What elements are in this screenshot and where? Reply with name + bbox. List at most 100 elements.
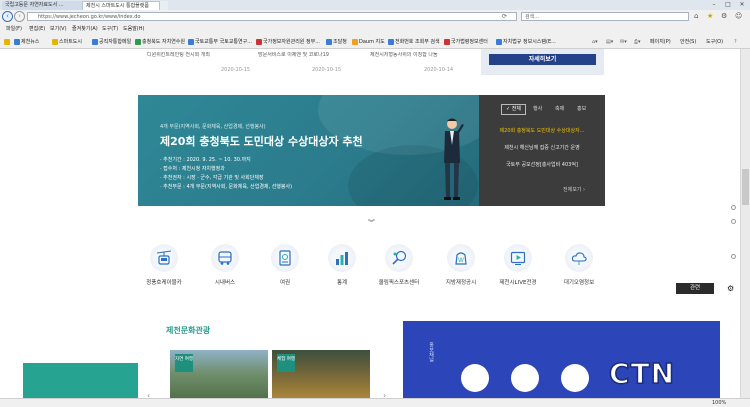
- service-live-view[interactable]: 제천시LIVE전경: [487, 241, 549, 291]
- menu-help[interactable]: 도움말(H): [123, 25, 144, 33]
- gear-icon[interactable]: ⚙: [727, 284, 734, 293]
- link-icon: [352, 38, 358, 45]
- experience-travel-photo[interactable]: 체험 여행: [272, 350, 370, 398]
- vertical-scrollbar[interactable]: [740, 49, 750, 398]
- menu-tools[interactable]: 도구(T): [102, 25, 118, 33]
- page-indicator-dot[interactable]: [731, 219, 736, 224]
- chart-icon: [328, 244, 356, 272]
- smiley-icon[interactable]: ☺: [735, 12, 742, 20]
- notice-tab-all[interactable]: ✓ 전체: [501, 104, 526, 115]
- photo-tag: 체험 여행: [277, 354, 295, 372]
- fav-item-9[interactable]: 전화번호 조회부 검색: [388, 38, 440, 46]
- browser-tab-1[interactable]: 국립고등문 자연자료도서 ...: [2, 1, 82, 10]
- minimize-button[interactable]: –: [708, 1, 720, 9]
- notice-more-link[interactable]: 전체보기 ›: [563, 186, 585, 193]
- service-label: 제천시LIVE전경: [499, 280, 537, 286]
- ctn-logo: CTN: [608, 356, 676, 391]
- fav-item-8[interactable]: Daum 지도: [352, 38, 385, 46]
- main-banner[interactable]: 4개 부문(지역사회, 문화체육, 산업경제, 선행봉사) 제20회 충청북도 …: [138, 95, 479, 206]
- favorites-star-button[interactable]: [4, 38, 11, 46]
- building-icon: [561, 364, 589, 392]
- news-item-2[interactable]: 방문서비스로 이제엔 및 코로나19 2020-10-15: [258, 49, 368, 79]
- news-item-3[interactable]: 제천시저형동사위의 이칭합 나눔 2020-10-14: [370, 49, 480, 79]
- double-chevron-down-icon[interactable]: ︾: [368, 218, 375, 228]
- close-window-button[interactable]: ✕: [736, 1, 748, 9]
- new-tab-button[interactable]: [160, 1, 168, 10]
- link-icon: [14, 38, 20, 45]
- racket-icon: [385, 244, 413, 272]
- address-bar: ‹ › https://www.jecheon.go.kr/www/index.…: [0, 10, 750, 23]
- more-details-button[interactable]: 자세히보기: [489, 54, 596, 65]
- search-input[interactable]: 검색...: [521, 12, 689, 21]
- menu-view[interactable]: 보기(V): [50, 25, 67, 33]
- browser-chrome: 국립고등문 자연자료도서 ... 제천시 스마트도시 통합플랫폼 – □ ✕ ‹…: [0, 0, 750, 49]
- fav-item-7[interactable]: 조달청: [326, 38, 347, 46]
- service-cablecar[interactable]: 청풍호케이블카: [133, 241, 195, 291]
- fav-item-3[interactable]: 공직자통합메일: [92, 38, 131, 46]
- notice-tabs: ✓ 전체 행사 축제 홍보: [479, 103, 605, 117]
- service-statistics[interactable]: 통계: [311, 241, 373, 291]
- banner-line-category: · 추천부문 : 4개 부문(지역사회, 문화체육, 산업경제, 선행봉사): [160, 184, 293, 190]
- ctn-promo-panel[interactable]: CTN: [403, 321, 720, 398]
- service-passport[interactable]: 여권: [254, 241, 316, 291]
- prev-arrow-icon[interactable]: ‹: [147, 391, 150, 398]
- service-finance-disclosure[interactable]: W 지방재정공시: [430, 241, 492, 291]
- fav-item-6[interactable]: 국가정보자원관리원 정부...: [256, 38, 320, 46]
- link-icon: [188, 38, 194, 45]
- fav-item-11[interactable]: 자치법규 정보시스템(E...: [496, 38, 556, 46]
- safety-menu[interactable]: 안전(S): [680, 38, 696, 46]
- url-input[interactable]: https://www.jecheon.go.kr/www/index.do: [27, 12, 517, 21]
- news-title: 방문서비스로 이제엔 및 코로나19: [258, 52, 329, 58]
- menu-bar: 파일(F) 편집(E) 보기(V) 즐겨찾기(A) 도구(T) 도움말(H): [0, 24, 750, 34]
- bus-icon: [211, 244, 239, 272]
- fav-item-4[interactable]: 충청북도 자치연수원: [135, 38, 185, 46]
- maximize-button[interactable]: □: [722, 1, 734, 9]
- tools-menu[interactable]: 도구(O): [706, 38, 723, 46]
- scrollbar-thumb[interactable]: [742, 169, 749, 205]
- service-label: 청풍호케이블카: [146, 280, 182, 286]
- page-menu[interactable]: 페이지(P): [650, 38, 671, 46]
- menu-edit[interactable]: 편집(E): [29, 25, 45, 33]
- mail-toolbar-icon[interactable]: ✉▾: [620, 38, 627, 46]
- refresh-icon[interactable]: ⟳: [502, 13, 507, 20]
- menu-file[interactable]: 파일(F): [6, 25, 22, 33]
- notice-panel: ✓ 전체 행사 축제 홍보 제20회 충청북도 도민대상 수상대상자... 제천…: [479, 95, 605, 206]
- notice-tab-promo[interactable]: 홍보: [577, 105, 586, 114]
- fav-item-1[interactable]: 제천뉴스: [14, 38, 39, 46]
- zoom-level[interactable]: 100%: [712, 399, 726, 407]
- news-date: 2020-10-14: [424, 67, 454, 73]
- nature-travel-photo[interactable]: 자연 여행: [170, 350, 268, 398]
- fav-item-10[interactable]: 국가법령정보센터: [444, 38, 488, 46]
- favorites-star-icon[interactable]: ★: [707, 12, 713, 20]
- notice-item-1[interactable]: 제20회 충청북도 도민대상 수상대상자...: [479, 127, 605, 134]
- menu-favorites[interactable]: 즐겨찾기(A): [72, 25, 98, 33]
- svg-text:W: W: [458, 257, 464, 264]
- help-icon[interactable]: ?: [734, 38, 737, 46]
- fav-item-5[interactable]: 국토교통부 국토교통연구...: [188, 38, 252, 46]
- ctn-side-label: 홍보채널: [428, 342, 434, 362]
- back-button[interactable]: ‹: [2, 11, 13, 22]
- forward-button[interactable]: ›: [14, 11, 25, 22]
- next-arrow-icon[interactable]: ›: [383, 391, 386, 398]
- fav-item-2[interactable]: 스마트도시: [52, 38, 82, 46]
- play-icon: [504, 244, 532, 272]
- notice-tab-festival[interactable]: 축제: [555, 105, 564, 114]
- home-toolbar-icon[interactable]: ⌂▾: [592, 38, 598, 46]
- news-item-1[interactable]: 디윈위킨트레인팅 전시회 개최 2020-10-15: [147, 49, 257, 79]
- notice-item-2[interactable]: 제천시 해신님께 집중 신고기간 운영: [479, 144, 605, 151]
- related-sites-button[interactable]: 관련: [676, 283, 714, 294]
- service-bus[interactable]: 시내버스: [194, 241, 256, 291]
- feed-toolbar-icon[interactable]: ▤▾: [606, 38, 613, 46]
- home-icon[interactable]: ⌂: [694, 12, 698, 20]
- page-indicator-dot[interactable]: [731, 254, 736, 259]
- browser-tab-2[interactable]: 제천시 스마트도시 통합플랫폼: [82, 1, 160, 10]
- culture-green-block: [23, 363, 138, 398]
- page-indicator-dot[interactable]: [731, 205, 736, 210]
- settings-gear-icon[interactable]: ⚙: [721, 12, 727, 20]
- notice-item-3[interactable]: 국토부 공모선정[총사업비 403억]: [479, 161, 605, 168]
- car-icon: [461, 364, 489, 392]
- service-sports-center[interactable]: 올림픽스포츠센터: [368, 241, 430, 291]
- service-air-quality[interactable]: 대기오염정보: [548, 241, 610, 291]
- print-toolbar-icon[interactable]: ⎙▾: [634, 38, 641, 46]
- notice-tab-event[interactable]: 행사: [533, 105, 542, 114]
